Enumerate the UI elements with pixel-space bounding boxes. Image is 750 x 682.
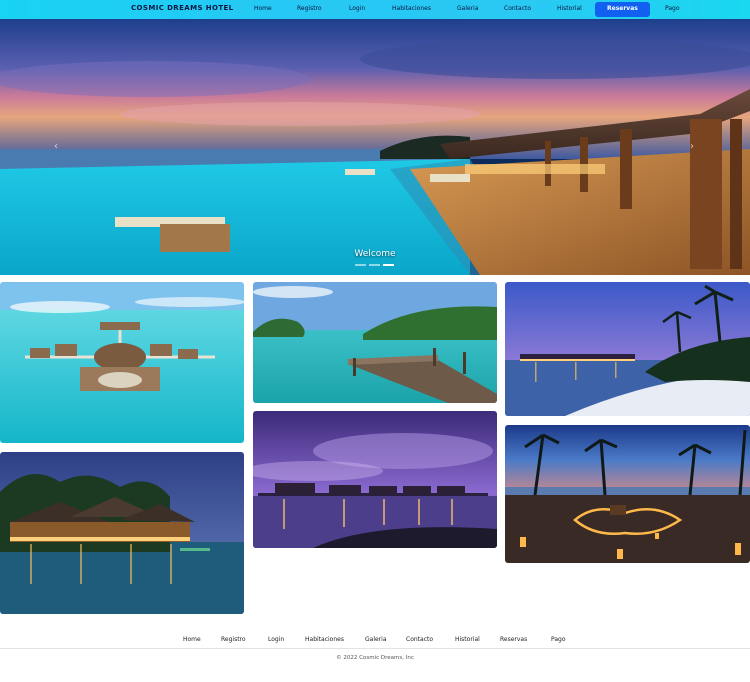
carousel-indicator-1[interactable]: [355, 264, 366, 266]
nav-historial[interactable]: Historial: [557, 5, 582, 12]
footer-home[interactable]: Home: [183, 636, 201, 643]
gallery-image-5[interactable]: [253, 411, 497, 548]
hero-image: [0, 19, 750, 275]
nav-reservas[interactable]: Reservas: [595, 2, 650, 17]
nav-home[interactable]: Home: [254, 5, 272, 12]
footer-pago[interactable]: Pago: [551, 636, 566, 643]
nav-galeria[interactable]: Galeria: [457, 5, 479, 12]
footer-galeria[interactable]: Galeria: [365, 636, 387, 643]
footer-contacto[interactable]: Contacto: [406, 636, 433, 643]
nav-contacto[interactable]: Contacto: [504, 5, 531, 12]
hero-caption: Welcome: [354, 249, 396, 259]
footer-registro[interactable]: Registro: [221, 636, 246, 643]
footer-habitaciones[interactable]: Habitaciones: [305, 636, 344, 643]
carousel-indicator-3[interactable]: [383, 264, 394, 266]
nav-pago[interactable]: Pago: [665, 5, 680, 12]
gallery-image-4[interactable]: [0, 452, 244, 614]
copyright-text: © 2022 Cosmic Dreams, Inc: [336, 655, 414, 661]
footer-reservas[interactable]: Reservas: [500, 636, 527, 643]
hero-carousel: ‹ › Welcome: [0, 19, 750, 275]
gallery-image-1[interactable]: [0, 282, 244, 443]
gallery-image-6[interactable]: [505, 425, 750, 563]
brand-logo[interactable]: COSMIC DREAMS HOTEL: [131, 4, 234, 12]
chevron-left-icon[interactable]: ‹: [54, 141, 58, 152]
chevron-right-icon[interactable]: ›: [690, 141, 694, 152]
gallery-image-2[interactable]: [253, 282, 497, 403]
footer-divider: [0, 648, 750, 649]
footer-nav: Home Registro Login Habitaciones Galeria…: [0, 634, 750, 648]
footer-login[interactable]: Login: [268, 636, 284, 643]
nav-login[interactable]: Login: [349, 5, 365, 12]
nav-habitaciones[interactable]: Habitaciones: [392, 5, 431, 12]
carousel-indicators: [355, 264, 394, 266]
footer-historial[interactable]: Historial: [455, 636, 480, 643]
top-navbar: COSMIC DREAMS HOTEL Home Registro Login …: [0, 0, 750, 19]
gallery-image-3[interactable]: [505, 282, 750, 416]
carousel-indicator-2[interactable]: [369, 264, 380, 266]
nav-registro[interactable]: Registro: [297, 5, 322, 12]
